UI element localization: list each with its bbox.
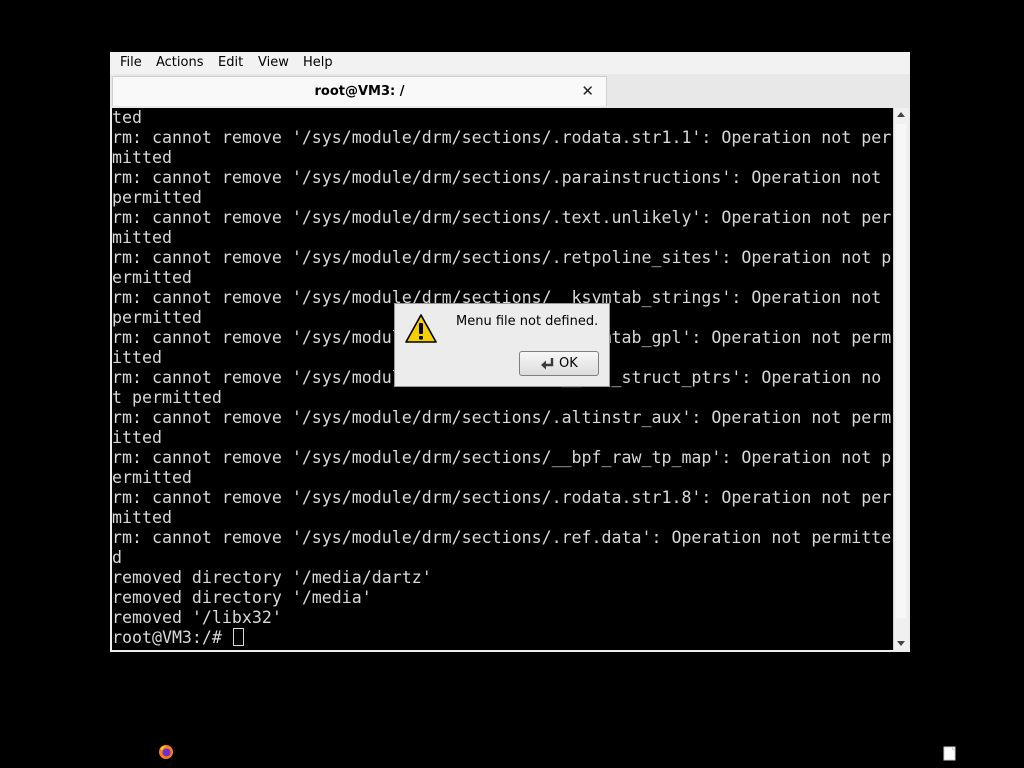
tab-title: root@VM3: / (314, 84, 405, 99)
menu-actions[interactable]: Actions (156, 55, 204, 70)
enter-arrow-icon (541, 358, 554, 370)
menu-view[interactable]: View (258, 55, 289, 70)
terminal-line: removed directory '/media/dartz' (112, 568, 432, 587)
terminal-line: t permitted (112, 388, 222, 407)
menu-edit[interactable]: Edit (218, 55, 243, 70)
ok-button-label: OK (559, 356, 578, 371)
terminal-line: d (112, 548, 122, 567)
vertical-scrollbar[interactable] (893, 108, 908, 650)
tab-bar: root@VM3: / ✕ (110, 74, 910, 108)
scrollbar-thumb[interactable] (896, 124, 906, 618)
scroll-up-arrow-icon[interactable] (897, 112, 905, 117)
terminal-line: removed '/libx32' (112, 608, 282, 627)
menu-help[interactable]: Help (303, 55, 333, 70)
terminal-prompt: root@VM3:/# (112, 628, 232, 647)
terminal-line: mitted (112, 508, 172, 527)
scroll-down-arrow-icon[interactable] (897, 641, 905, 646)
terminal-tab[interactable]: root@VM3: / ✕ (112, 76, 607, 106)
terminal-line: itted (112, 428, 162, 447)
terminal-line: rm: cannot remove '/sys/module/drm/secti… (112, 168, 882, 187)
terminal-line: mitted (112, 148, 172, 167)
terminal-line: removed directory '/media' (112, 588, 372, 607)
ok-button[interactable]: OK (519, 351, 599, 376)
terminal-line: rm: cannot remove '/sys/module/drm/secti… (112, 448, 892, 467)
terminal-line: mitted (112, 228, 172, 247)
terminal-line: rm: cannot remove '/sys/module/drm/secti… (112, 208, 892, 227)
error-dialog: Menu file not defined. OK (394, 303, 610, 387)
close-icon[interactable]: ✕ (581, 84, 594, 99)
menu-bar: File Actions Edit View Help (110, 52, 910, 74)
terminal-line: rm: cannot remove '/sys/module/drm/secti… (112, 408, 892, 427)
dialog-message: Menu file not defined. (456, 314, 599, 329)
terminal-prompt-line: root@VM3:/# (112, 628, 891, 648)
firefox-icon[interactable] (158, 744, 174, 760)
terminal-line: permitted (112, 188, 202, 207)
notes-icon[interactable] (942, 745, 958, 761)
terminal-line: ermitted (112, 468, 192, 487)
menu-file[interactable]: File (120, 55, 142, 70)
terminal-line: ermitted (112, 268, 192, 287)
terminal-line: rm: cannot remove '/sys/module/drm/secti… (112, 528, 892, 547)
warning-icon (405, 314, 437, 343)
terminal-line: rm: cannot remove '/sys/module/drm/secti… (112, 248, 892, 267)
terminal-cursor (232, 628, 244, 646)
terminal-line: ted (112, 108, 142, 127)
terminal-line: rm: cannot remove '/sys/module/drm/secti… (112, 488, 892, 507)
terminal-line: rm: cannot remove '/sys/module/drm/secti… (112, 128, 892, 147)
